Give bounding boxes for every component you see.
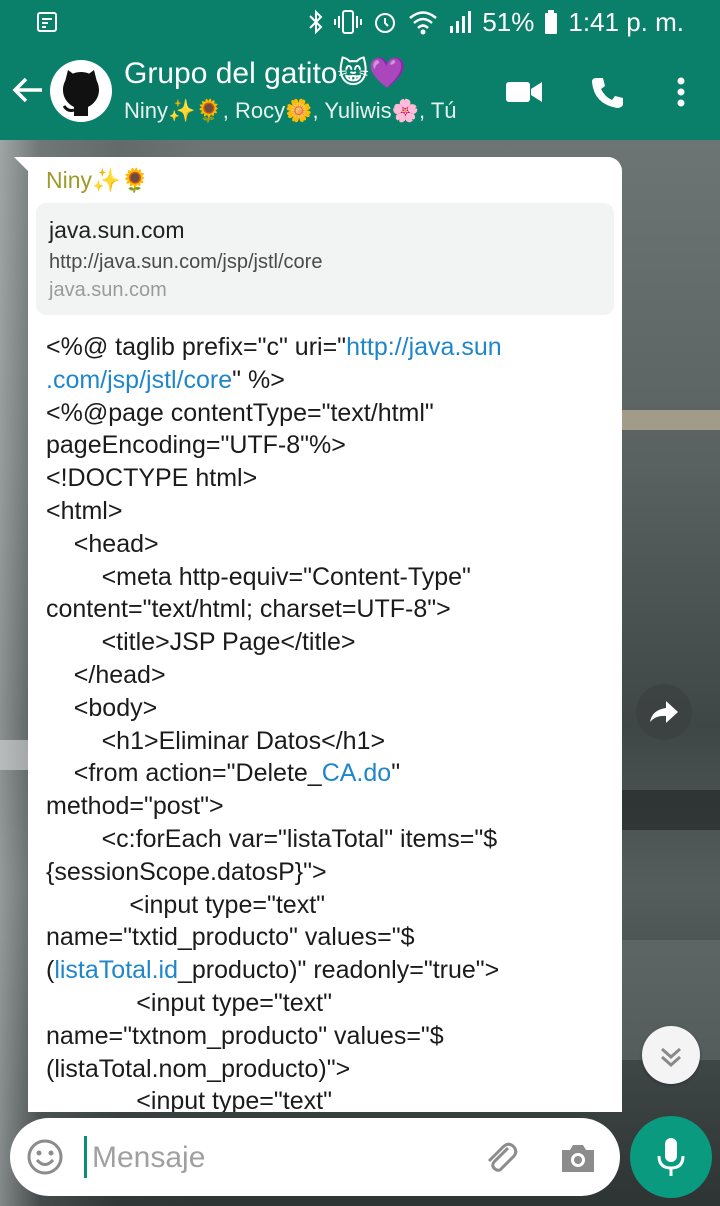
vibrate-icon [334, 10, 363, 34]
forward-button[interactable] [636, 684, 692, 740]
battery-percent: 51% [482, 7, 535, 37]
forward-icon [650, 701, 678, 723]
camera-icon[interactable] [558, 1138, 598, 1178]
message-input[interactable] [90, 1132, 474, 1184]
message-text-segment: " %> <%@page contentType="text/html" pag… [46, 365, 471, 788]
group-participants[interactable]: Niny✨🌻, Rocy🌼, Yuliwis🌸, Tú [124, 98, 457, 124]
emoji-icon[interactable] [26, 1138, 64, 1176]
github-cat-icon [62, 70, 99, 116]
group-title[interactable]: Grupo del gatito😸💜 [124, 56, 406, 91]
bluetooth-icon [309, 9, 323, 35]
notification-icon [37, 12, 57, 32]
clock: 1:41 p. m. [568, 7, 684, 37]
message-composer [10, 1118, 620, 1196]
battery-icon [545, 10, 558, 34]
wifi-icon [409, 11, 438, 35]
status-bar: 51% 1:41 p. m. [0, 0, 720, 44]
signal-icon [450, 11, 472, 33]
chat-header: Grupo del gatito😸💜 Niny✨🌻, Rocy🌼, Yuliwi… [0, 44, 720, 140]
message-bubble[interactable]: Niny✨🌻 java.sun.com http://java.sun.com/… [28, 157, 622, 1112]
mic-button[interactable] [630, 1116, 712, 1198]
mic-icon [657, 1138, 685, 1176]
wallpaper-detail [620, 790, 720, 830]
message-link[interactable]: listaTotal.id [54, 956, 178, 984]
scroll-down-icon [661, 1047, 681, 1068]
message-sender: Niny✨🌻 [46, 167, 150, 193]
wallpaper-detail [0, 740, 30, 770]
message-text-segment: <%@ taglib prefix="c" uri=" [46, 333, 347, 361]
scroll-down-button[interactable] [642, 1026, 700, 1084]
alarm-icon [375, 13, 396, 33]
phone-call-icon[interactable] [588, 74, 628, 110]
back-arrow-icon[interactable] [10, 72, 46, 108]
attach-icon[interactable] [480, 1138, 520, 1178]
link-preview-url: http://java.sun.com/jsp/jstl/core [49, 251, 323, 273]
text-caret [84, 1136, 87, 1178]
link-preview-domain: java.sun.com [49, 279, 167, 301]
link-preview-title: java.sun.com [49, 217, 185, 243]
group-avatar[interactable] [50, 60, 112, 122]
message-link[interactable]: CA.do [322, 759, 391, 787]
more-vert-icon[interactable] [664, 74, 698, 110]
message-text: <%@ taglib prefix="c" uri="http://java.s… [46, 331, 616, 1112]
wallpaper-detail [620, 410, 720, 430]
message-text-segment: " method="post"> <c:forEach var="listaTo… [46, 759, 498, 985]
video-call-icon[interactable] [504, 74, 544, 110]
link-preview[interactable]: java.sun.com http://java.sun.com/jsp/jst… [36, 203, 614, 315]
